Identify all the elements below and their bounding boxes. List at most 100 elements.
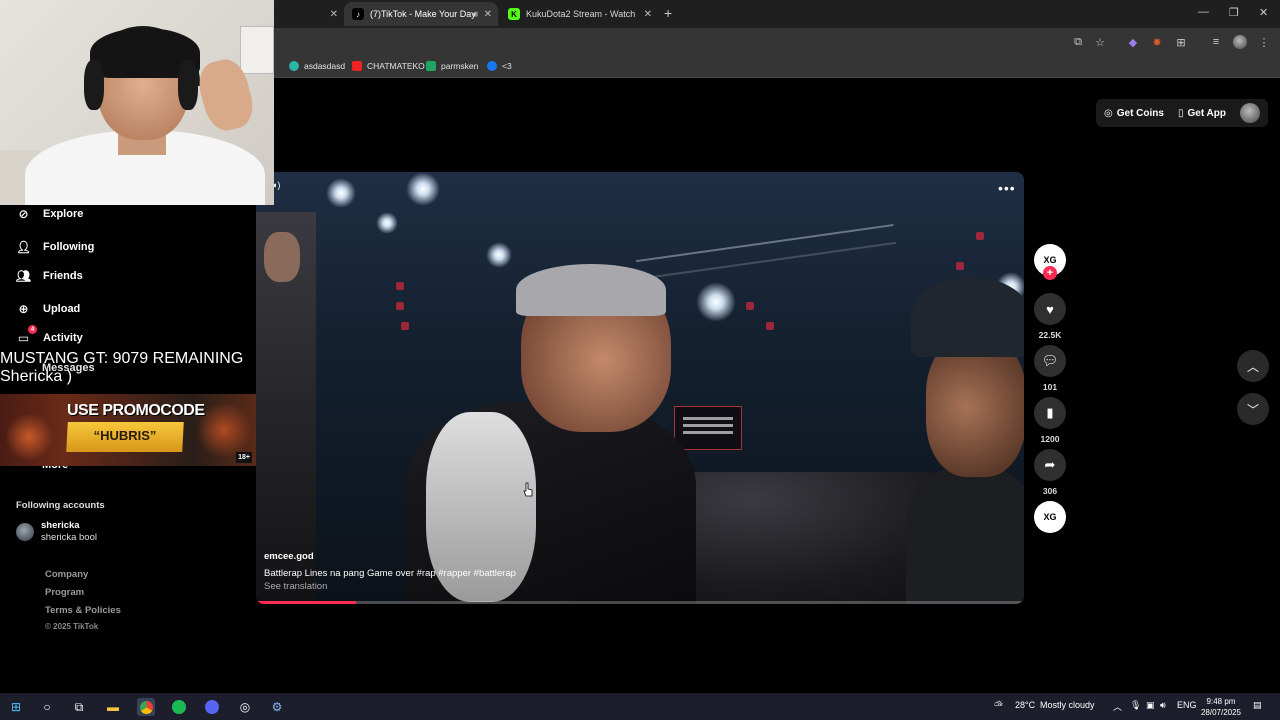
phone-icon: ▯	[1177, 107, 1184, 119]
save-button[interactable]: ▮	[1034, 397, 1066, 429]
account-name: shericka	[41, 520, 80, 531]
task-view-icon[interactable]: ⧉	[70, 698, 88, 716]
follow-plus-icon[interactable]: +	[1043, 266, 1057, 280]
weather-temp[interactable]: 28°C	[1015, 700, 1035, 710]
tab-tiktok[interactable]: ♪ (7)TikTok - Make Your Day 🔊︎ ✕	[344, 2, 498, 26]
close-tab-icon[interactable]: ✕	[330, 9, 338, 20]
following-accounts-title: Following accounts	[16, 500, 105, 511]
video-author[interactable]: emcee.god	[264, 551, 314, 562]
stage-light	[406, 172, 440, 206]
profile-avatar-icon[interactable]	[1232, 34, 1248, 50]
search-icon[interactable]: ○	[38, 698, 56, 716]
file-explorer-icon[interactable]: ▬	[104, 698, 122, 716]
notifications-icon[interactable]: ▤	[1253, 700, 1262, 711]
rapper-figure	[346, 264, 696, 604]
kick-favicon-icon: K	[508, 8, 520, 20]
tab-label: (7)TikTok - Make Your Day	[370, 9, 476, 19]
chrome-icon[interactable]	[137, 698, 155, 716]
menu-kebab-icon[interactable]: ⋮	[1256, 34, 1272, 50]
account-handle: shericka bool	[41, 532, 97, 543]
app-icon[interactable]: ◎	[236, 698, 254, 716]
minimize-icon[interactable]: —	[1198, 6, 1209, 18]
chevron-down-icon: ﹀	[1246, 402, 1259, 417]
like-button[interactable]: ♥	[1034, 293, 1066, 325]
clock-date: 28/07/2025	[1200, 708, 1242, 717]
sheets-icon	[426, 61, 436, 71]
windows-taskbar: ⊞ ○ ⧉ ▬ ◎ ⚙ ⛅︎ 28°C Mostly cloudy ︿ 🎙︎ ▣…	[0, 693, 1280, 720]
see-translation-link[interactable]: See translation	[264, 581, 327, 592]
language-indicator[interactable]: ENG	[1177, 700, 1197, 710]
weather-icon[interactable]: ⛅︎	[994, 700, 1003, 713]
sidebar-item-upload[interactable]: ⊕ Upload	[16, 301, 80, 316]
previous-video-button[interactable]: ︿	[1237, 350, 1269, 382]
steam-icon[interactable]: ⚙	[268, 698, 286, 716]
tray-chevron-icon[interactable]: ︿	[1113, 700, 1122, 713]
red-light	[746, 302, 754, 310]
close-tab-icon[interactable]: ✕	[644, 9, 652, 20]
weather-desc[interactable]: Mostly cloudy	[1040, 700, 1095, 710]
bookmark-icon: ▮	[1046, 405, 1054, 420]
extensions-puzzle-icon[interactable]: ⊞	[1173, 34, 1189, 50]
footer-link-terms[interactable]: Terms & Policies	[45, 605, 121, 616]
comment-button[interactable]: 💬︎	[1034, 345, 1066, 377]
get-app-button[interactable]: ▯ Get App	[1178, 108, 1226, 119]
video-player[interactable]: ◖) ••• emcee.god Battlerap Lines na pang…	[256, 172, 1024, 604]
webcam-overlay	[0, 0, 274, 205]
extension-icon[interactable]: ◆	[1125, 34, 1141, 50]
window-close-icon[interactable]: ✕	[1259, 6, 1268, 19]
speaker-icon[interactable]: 🔊︎	[472, 9, 478, 20]
get-coins-button[interactable]: ◎ Get Coins	[1104, 108, 1164, 119]
media-controls-icon[interactable]: ≡	[1208, 34, 1224, 50]
close-tab-icon[interactable]: ✕	[484, 9, 492, 20]
bookmark-item[interactable]: <3	[487, 61, 512, 71]
extension-icon[interactable]: ✸	[1149, 34, 1165, 50]
tab-kuku-stream[interactable]: K KukuDota2 Stream - Watch Live ✕	[500, 2, 658, 26]
user-follow-icon: 👤︎	[15, 239, 32, 254]
new-tab-button[interactable]: +	[664, 5, 672, 21]
activity-icon: ▭ 4	[16, 325, 37, 345]
restore-icon[interactable]: ❐	[1229, 6, 1239, 19]
age-rating-badge: 18+	[236, 452, 252, 463]
spotify-icon[interactable]	[170, 698, 188, 716]
more-options-icon[interactable]: •••	[998, 180, 1016, 196]
youtube-icon	[352, 61, 362, 71]
windows-start-icon[interactable]: ⊞	[7, 698, 25, 716]
footer-link-program[interactable]: Program	[45, 587, 84, 598]
next-video-button[interactable]: ﹀	[1237, 393, 1269, 425]
sidebar-item-following[interactable]: 👤︎ Following	[16, 239, 94, 254]
network-icon[interactable]: ▣	[1146, 700, 1155, 711]
user-avatar[interactable]	[1240, 103, 1260, 123]
bookmark-item[interactable]: parmsken	[426, 61, 478, 71]
bookmark-item[interactable]: asdasdasd	[289, 61, 345, 71]
following-account-item[interactable]: shericka shericka bool	[16, 520, 97, 544]
sound-disc-avatar[interactable]: XG	[1034, 501, 1066, 533]
creator-avatar[interactable]: XG +	[1034, 244, 1066, 280]
bookmark-star-icon[interactable]: ☆	[1092, 34, 1108, 50]
like-count: 22.5K	[1038, 330, 1062, 340]
red-light	[956, 262, 964, 270]
sidebar-item-friends[interactable]: 👥︎ Friends	[16, 268, 83, 283]
bookmark-item[interactable]: CHATMATEKO	[352, 61, 425, 71]
video-progress-bar[interactable]	[256, 601, 1024, 604]
share-button[interactable]: ➦	[1034, 449, 1066, 481]
volume-icon[interactable]: 🔊︎	[1160, 700, 1166, 711]
promo-banner: USE PROMOCODE “HUBRIS” 18+	[0, 394, 256, 466]
video-caption: Battlerap Lines na pang Game over #rap #…	[264, 568, 516, 579]
footer-link-company[interactable]: Company	[45, 569, 88, 580]
share-arrow-icon: ➦	[1044, 457, 1056, 472]
tiktok-favicon-icon: ♪	[352, 8, 364, 20]
top-right-actions: ◎ Get Coins ▯ Get App	[1096, 99, 1268, 127]
sidebar-item-activity[interactable]: ▭ 4 Activity	[16, 325, 83, 345]
microphone-icon[interactable]: 🎙︎	[1130, 700, 1141, 711]
system-clock[interactable]: 9:48 pm 28/07/2025	[1198, 696, 1244, 718]
discord-icon[interactable]	[203, 698, 221, 716]
notification-badge: 4	[28, 325, 37, 334]
red-light	[766, 322, 774, 330]
tab-background[interactable]: ✕	[274, 2, 344, 26]
comment-icon: 💬︎	[1041, 353, 1059, 368]
sidebar-item-explore[interactable]: ⊘ Explore	[16, 206, 83, 221]
promo-title: USE PROMOCODE	[67, 402, 205, 419]
chevron-up-icon: ︿	[1246, 359, 1259, 374]
cast-icon[interactable]: ⧉	[1070, 34, 1086, 50]
avatar	[16, 523, 34, 541]
